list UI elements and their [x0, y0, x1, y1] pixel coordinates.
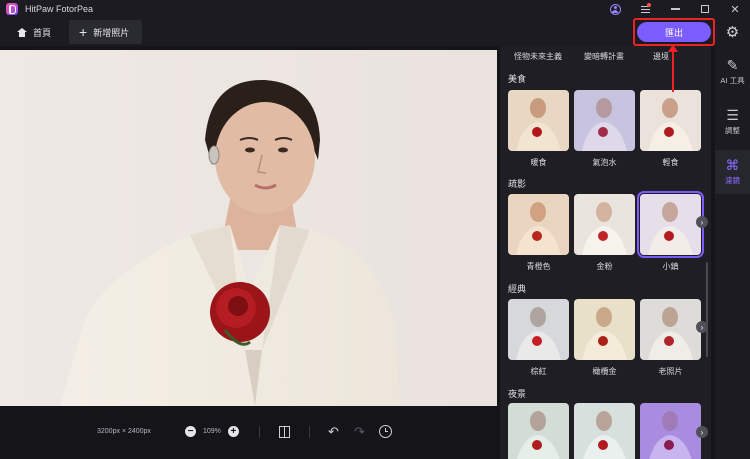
- account-button[interactable]: [600, 0, 630, 18]
- thumb-image: [640, 194, 701, 255]
- thumb-image: [574, 299, 635, 360]
- thumb-image: [640, 403, 701, 459]
- section-title: 美食: [508, 74, 527, 84]
- thumb-image: [508, 299, 569, 360]
- thumb-image: [640, 299, 701, 360]
- category-row: 怪物未來主義 變暗轉計畫 邊境: [500, 46, 711, 66]
- filter-label: 金粉: [596, 262, 613, 271]
- add-photo-label: 新增照片: [93, 27, 130, 38]
- window-controls: ✕: [600, 0, 750, 18]
- minimize-icon: [670, 8, 680, 10]
- filter-thumbnail[interactable]: [508, 403, 569, 459]
- maximize-icon: [701, 5, 709, 13]
- thumb-image: [508, 90, 569, 151]
- filter-thumbnail[interactable]: [508, 299, 569, 360]
- thumb-image: [574, 403, 635, 459]
- filter-thumbnail[interactable]: [574, 194, 635, 255]
- app-window: HitPaw FotorPea ✕ 首頁 + 新增照片 匯出 ⚙ 3200px …: [0, 0, 750, 459]
- side-rail: ✎ AI 工具 ☰ 調整 ⌘ 濾鏡: [715, 46, 750, 459]
- settings-button[interactable]: ⚙: [715, 18, 750, 46]
- ai-edit-icon: ✎: [726, 57, 739, 73]
- chevron-right-icon[interactable]: ›: [696, 426, 708, 438]
- user-icon: [609, 3, 621, 15]
- divider: [309, 426, 310, 438]
- plus-icon: +: [79, 24, 88, 40]
- filter-thumbnail[interactable]: [640, 90, 701, 151]
- filters-icon: ⌘: [725, 157, 740, 173]
- rail-label: 調整: [725, 126, 740, 135]
- title-bar: HitPaw FotorPea ✕: [0, 0, 750, 18]
- thumb-image: [508, 194, 569, 255]
- canvas-bottom-bar: 3200px × 2400px − 109% + ↶ ↷: [0, 406, 497, 459]
- thumb-image: [574, 90, 635, 151]
- close-icon: ✕: [730, 3, 740, 16]
- zoom-control: − 109% +: [185, 426, 239, 437]
- add-photo-button[interactable]: + 新增照片: [69, 20, 143, 44]
- thumb-image: [508, 403, 569, 459]
- zoom-level: 109%: [203, 428, 221, 435]
- thumb-image: [574, 194, 635, 255]
- divider: [259, 426, 260, 438]
- image-dimensions: 3200px × 2400px: [97, 428, 151, 435]
- filter-label: 小鎮: [662, 262, 679, 271]
- filter-thumbnail[interactable]: [640, 299, 701, 360]
- section-title: 疏影: [508, 179, 527, 189]
- compare-icon[interactable]: [279, 426, 290, 438]
- minimize-button[interactable]: [660, 0, 690, 18]
- section-title: 夜景: [508, 389, 527, 399]
- filter-thumbnail-selected[interactable]: [637, 191, 704, 258]
- filter-thumbnail[interactable]: [640, 403, 701, 459]
- filter-panel: 怪物未來主義 變暗轉計畫 邊境 美食 暖食 氣泡水 輕食 疏影 › 青橙色 金粉…: [500, 46, 711, 459]
- filter-label: 橄欖金: [592, 367, 617, 376]
- filter-thumbnail[interactable]: [508, 90, 569, 151]
- gear-icon: ⚙: [725, 24, 740, 41]
- panel-scrollbar[interactable]: [706, 262, 708, 357]
- close-button[interactable]: ✕: [720, 0, 750, 18]
- filter-label: 青橙色: [526, 262, 551, 271]
- filter-label: 輕食: [662, 158, 679, 167]
- filter-label: 氣泡水: [592, 158, 617, 167]
- filter-label: 老照片: [658, 367, 683, 376]
- rail-adjust[interactable]: ☰ 調整: [715, 100, 750, 144]
- rail-filters[interactable]: ⌘ 濾鏡: [715, 150, 750, 194]
- section-title: 經典: [508, 284, 527, 294]
- filter-thumbnail[interactable]: [574, 90, 635, 151]
- maximize-button[interactable]: [690, 0, 720, 18]
- home-button[interactable]: 首頁: [0, 21, 61, 43]
- home-icon: [17, 27, 27, 37]
- portrait-photo: [0, 50, 497, 406]
- filter-thumbnail[interactable]: [508, 194, 569, 255]
- category-tab[interactable]: 怪物未來主義: [514, 51, 562, 62]
- filter-thumbnail[interactable]: [574, 299, 635, 360]
- filter-label: 棕紅: [530, 367, 547, 376]
- menu-button[interactable]: [630, 0, 660, 18]
- minus-icon: −: [187, 425, 194, 437]
- filter-thumbnail[interactable]: [574, 403, 635, 459]
- plus-icon: +: [230, 425, 237, 437]
- category-tab[interactable]: 邊境: [653, 51, 669, 62]
- rail-label: 濾鏡: [725, 176, 740, 185]
- export-highlight: 匯出: [633, 18, 715, 46]
- category-tab[interactable]: 變暗轉計畫: [584, 51, 624, 62]
- sliders-icon: ☰: [726, 107, 739, 123]
- zoom-in-button[interactable]: +: [227, 425, 239, 437]
- top-toolbar: 首頁 + 新增照片 匯出: [0, 18, 715, 46]
- undo-icon[interactable]: ↶: [328, 424, 339, 440]
- thumb-image: [640, 90, 701, 151]
- filter-label: 暖食: [530, 158, 547, 167]
- zoom-out-button[interactable]: −: [185, 426, 196, 437]
- chevron-right-icon[interactable]: ›: [696, 216, 708, 228]
- app-logo-icon: [6, 3, 18, 15]
- notification-dot: [647, 3, 651, 7]
- app-title: HitPaw FotorPea: [25, 4, 94, 14]
- home-label: 首頁: [33, 27, 52, 38]
- export-button[interactable]: 匯出: [637, 22, 711, 42]
- rail-ai-tools[interactable]: ✎ AI 工具: [715, 50, 750, 94]
- photo-canvas[interactable]: [0, 50, 497, 406]
- history-icon[interactable]: [379, 425, 392, 438]
- redo-icon[interactable]: ↷: [354, 424, 365, 440]
- annotation-arrow: [668, 44, 678, 92]
- rail-label: AI 工具: [720, 76, 745, 85]
